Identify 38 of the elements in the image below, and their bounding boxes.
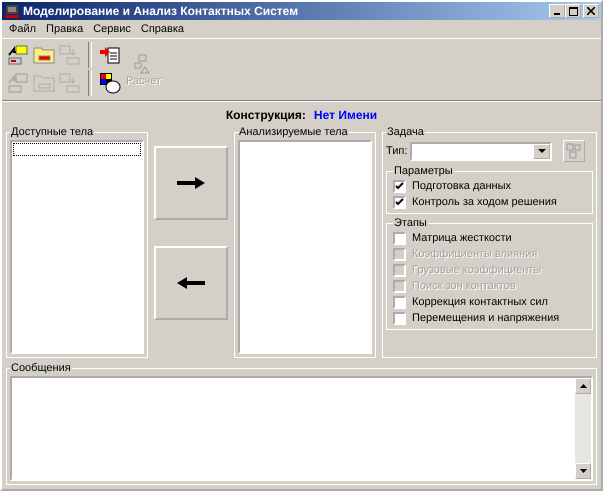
right-arrow-icon: [177, 177, 205, 189]
construction-name: Нет Имени: [314, 108, 378, 122]
type-label: Тип:: [386, 145, 408, 157]
maximize-icon: [568, 6, 578, 16]
settings-button[interactable]: [563, 140, 586, 162]
menu-item[interactable]: Файл: [4, 23, 42, 35]
add-button[interactable]: [154, 146, 228, 220]
menu-item[interactable]: Сервис: [88, 23, 136, 35]
window-title: Моделирование и Анализ Контактных Систем: [23, 4, 300, 18]
menu-item[interactable]: Правка: [41, 23, 88, 35]
group-title: Задача: [386, 126, 425, 138]
scroll-up-icon: [580, 384, 586, 388]
group-title: Параметры: [393, 165, 454, 177]
group-title: Сообщения: [10, 362, 72, 374]
palette-icon[interactable]: [98, 71, 122, 95]
app-icon: [4, 3, 20, 19]
scrollbar[interactable]: [575, 378, 591, 479]
close-icon: [587, 7, 595, 15]
remove-button[interactable]: [154, 246, 228, 320]
checkbox[interactable]: Контроль за ходом решения: [393, 194, 586, 210]
menu-item[interactable]: Справка: [136, 23, 190, 35]
maximize-button[interactable]: [565, 4, 581, 18]
scroll-down-icon: [580, 469, 586, 473]
checkbox[interactable]: Коррекция контактных сил: [393, 294, 586, 310]
construction-label: Конструкция:: [226, 108, 306, 122]
dropdown-arrow-icon: [538, 149, 546, 153]
open-icon[interactable]: [6, 43, 30, 67]
group-title: Доступные тела: [10, 126, 94, 138]
checkbox[interactable]: Подготовка данных: [393, 178, 586, 194]
group-title: Этапы: [393, 217, 428, 229]
checkbox[interactable]: Перемещения и напряжения: [393, 310, 586, 326]
close-button[interactable]: [583, 4, 599, 18]
checkbox[interactable]: Матрица жесткости: [393, 230, 586, 246]
left-arrow-icon: [177, 277, 205, 289]
minimize-button[interactable]: [549, 4, 565, 18]
group-title: Анализируемые тела: [238, 126, 349, 138]
type-dropdown[interactable]: [410, 142, 552, 160]
messages-area[interactable]: [10, 376, 593, 481]
